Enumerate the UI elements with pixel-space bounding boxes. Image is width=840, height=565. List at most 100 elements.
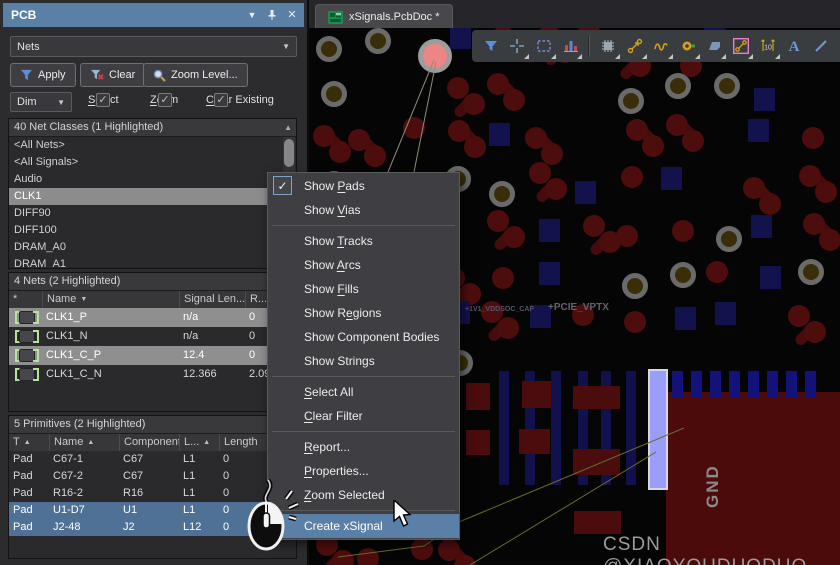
net-class-item[interactable]: DRAM_A1 [9, 256, 296, 269]
selection-box-icon[interactable] [535, 37, 553, 55]
primitive-name: J2-48 [49, 519, 119, 536]
primitives-header[interactable]: 5 Primitives (2 Highlighted) [9, 416, 296, 434]
menu-item-label: Create xSignal [304, 519, 383, 533]
place-dimension-icon[interactable]: 10 [759, 37, 777, 55]
menu-item-show-pads[interactable]: ✓Show Pads [268, 174, 459, 198]
menu-item-show-component-bodies[interactable]: Show Component Bodies [268, 325, 459, 349]
place-line-icon[interactable] [812, 37, 830, 55]
dim-mode-select[interactable]: Dim ▼ [10, 92, 72, 112]
smd-pad [450, 28, 471, 49]
net-class-item[interactable]: <All Nets> [9, 137, 296, 154]
checkbox-icon[interactable]: ✓ [96, 93, 110, 107]
menu-item-show-regions[interactable]: Show Regions [268, 301, 459, 325]
scrollbar-thumb[interactable] [284, 139, 294, 167]
copper-rect [522, 381, 551, 408]
primitive-type: Pad [9, 502, 49, 519]
net-row[interactable]: CLK1_C_N12.3662.09 [9, 365, 296, 384]
column-header[interactable]: L...▲ [179, 434, 219, 451]
net-class-item[interactable]: DIFF100 [9, 222, 296, 239]
copper-pad [464, 136, 486, 158]
collapse-up-icon[interactable]: ▲ [284, 119, 292, 136]
panel-mode-value: Nets [17, 41, 40, 53]
highlighted-pad[interactable] [648, 369, 668, 490]
pcb-panel: PCB ▼ ✕ Nets ▼ Apply Clear [0, 0, 309, 565]
place-component-icon[interactable] [599, 37, 617, 55]
net-class-item[interactable]: DRAM_A0 [9, 239, 296, 256]
crosshair-icon[interactable] [509, 37, 527, 55]
panel-pin-icon[interactable] [264, 7, 280, 23]
place-polygon-icon[interactable] [706, 37, 724, 55]
board-insight-icon[interactable] [562, 37, 580, 55]
highlighted-via[interactable] [418, 39, 452, 73]
checkbox-icon[interactable]: ✓ [158, 93, 172, 107]
document-tab[interactable]: xSignals.PcbDoc * [315, 4, 453, 29]
net-class-item[interactable]: <All Signals> [9, 154, 296, 171]
copper-rect [466, 383, 490, 410]
document-tab-title: xSignals.PcbDoc * [349, 11, 440, 23]
primitive-row[interactable]: PadU1-D7U1L10 [9, 502, 296, 519]
net-classes-box: 40 Net Classes (1 Highlighted) ▲ <All Ne… [8, 118, 297, 269]
interactive-route-icon[interactable] [732, 37, 750, 55]
place-text-icon[interactable]: A [786, 37, 804, 55]
primitive-row[interactable]: PadC67-1C67L10 [9, 451, 296, 468]
filter-icon [20, 69, 33, 81]
net-class-item[interactable]: DIFF90 [9, 205, 296, 222]
column-header[interactable]: Name▲ [49, 434, 119, 451]
menu-item-clear-filter[interactable]: Clear Filter [268, 404, 459, 428]
filter-clear-icon [90, 69, 104, 81]
primitive-row[interactable]: PadJ2-48J2L120 [9, 519, 296, 536]
primitive-component: C67 [119, 468, 179, 485]
column-header[interactable]: Component [119, 434, 179, 451]
via [798, 259, 824, 285]
checkbox-zoom[interactable]: ✓Zoom [150, 94, 178, 106]
place-via-icon[interactable] [679, 37, 697, 55]
filter-icon[interactable] [482, 37, 500, 55]
menu-item-report[interactable]: Report... [268, 435, 459, 459]
menu-item-zoom-selected[interactable]: Zoom Selected [268, 483, 459, 507]
column-header[interactable]: T▲ [9, 434, 49, 451]
route-icon[interactable] [626, 37, 644, 55]
panel-menu-icon[interactable]: ▼ [244, 7, 260, 23]
net-class-item[interactable]: Audio [9, 171, 296, 188]
primitive-component: R16 [119, 485, 179, 502]
primitive-row[interactable]: PadC67-2C67L10 [9, 468, 296, 485]
menu-item-show-fills[interactable]: Show Fills [268, 277, 459, 301]
active-bar-toolbar: 10 A [472, 30, 840, 62]
menu-item-select-all[interactable]: Select All [268, 380, 459, 404]
menu-item-label: Properties... [304, 464, 369, 478]
net-row[interactable]: CLK1_Pn/a0 [9, 308, 296, 327]
menu-item-show-strings[interactable]: Show Strings [268, 349, 459, 373]
dim-mode-value: Dim [17, 96, 37, 108]
column-header[interactable]: * [9, 291, 42, 308]
length-tuning-icon[interactable] [653, 37, 671, 55]
checkbox-select[interactable]: ✓Select [88, 94, 119, 106]
copper-pad [672, 220, 694, 242]
component-pad-bar [551, 371, 561, 485]
primitive-layer: L12 [179, 519, 219, 536]
zoom-level-button[interactable]: Zoom Level... [143, 63, 248, 87]
menu-item-show-arcs[interactable]: Show Arcs [268, 253, 459, 277]
menu-item-label: Show Strings [304, 354, 375, 368]
net-class-item[interactable]: CLK1 [9, 188, 296, 205]
copper-rect [573, 386, 620, 409]
net-row[interactable]: CLK1_Nn/a0 [9, 327, 296, 346]
menu-item-label: Show Pads [304, 179, 365, 193]
column-header[interactable]: Name▼ [42, 291, 179, 308]
pcbdoc-icon [328, 11, 343, 24]
panel-mode-select[interactable]: Nets ▼ [10, 36, 297, 57]
checkbox-clear-existing[interactable]: ✓Clear Existing [206, 94, 274, 106]
connector-pin-pad [748, 371, 759, 397]
checkbox-icon[interactable]: ✓ [214, 93, 228, 107]
apply-button[interactable]: Apply [10, 63, 76, 87]
net-classes-header[interactable]: 40 Net Classes (1 Highlighted) ▲ [9, 119, 296, 137]
menu-item-create-xsignal[interactable]: Create xSignal [268, 514, 459, 538]
clear-button[interactable]: Clear [80, 63, 145, 87]
panel-close-icon[interactable]: ✕ [284, 7, 300, 23]
menu-item-show-vias[interactable]: Show Vias [268, 198, 459, 222]
menu-item-show-tracks[interactable]: Show Tracks [268, 229, 459, 253]
menu-item-properties[interactable]: Properties... [268, 459, 459, 483]
column-header[interactable]: Signal Len... [179, 291, 245, 308]
nets-header[interactable]: 4 Nets (2 Highlighted) [9, 273, 296, 291]
primitive-row[interactable]: PadR16-2R16L10 [9, 485, 296, 502]
net-row[interactable]: CLK1_C_P12.40 [9, 346, 296, 365]
